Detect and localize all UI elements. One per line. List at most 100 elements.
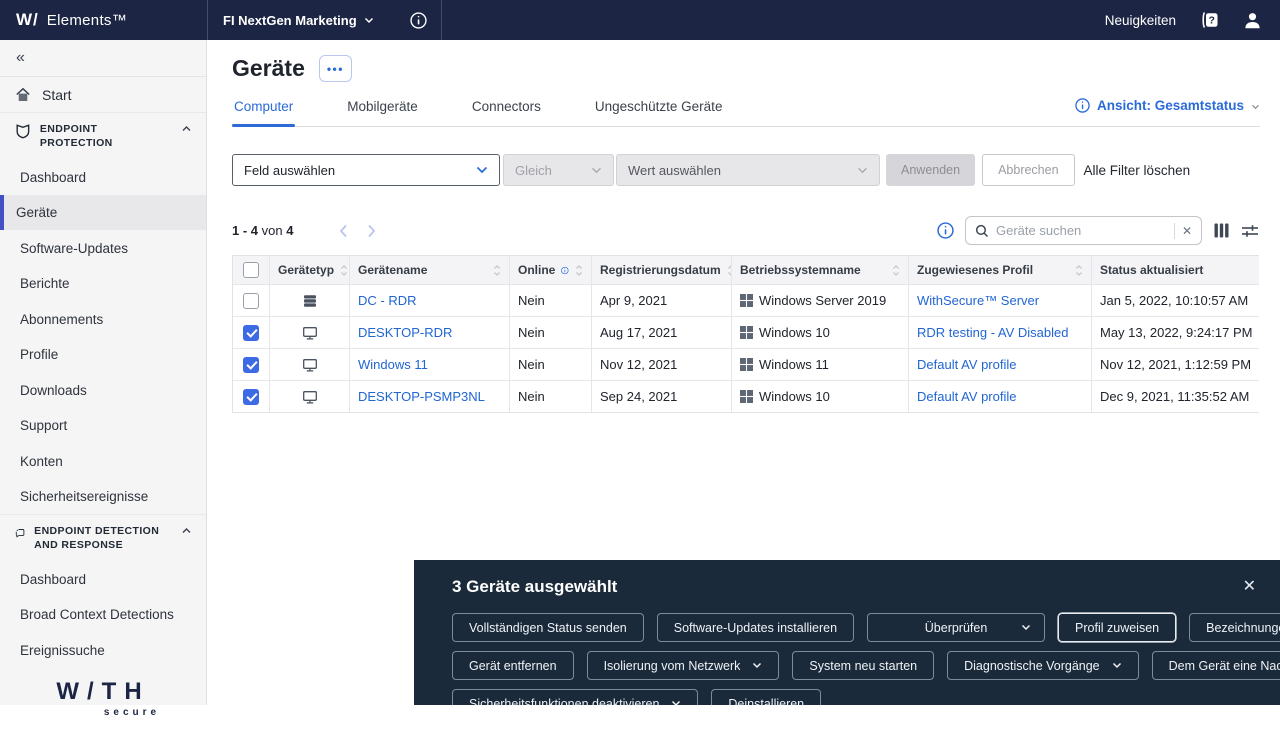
user-account-icon[interactable]: [1243, 11, 1262, 30]
device-name-cell[interactable]: Windows 11: [349, 349, 509, 380]
section-endpoint-protection[interactable]: ENDPOINT PROTECTION: [0, 113, 206, 159]
table-settings-sliders-icon[interactable]: [1241, 223, 1259, 239]
apply-filter-button[interactable]: Anwenden: [886, 154, 975, 186]
assigned-profile-link[interactable]: Default AV profile: [917, 357, 1016, 372]
search-input[interactable]: [996, 223, 1167, 238]
action-button-berpr-fen[interactable]: Überprüfen: [867, 613, 1045, 642]
profile-cell[interactable]: Default AV profile: [908, 381, 1091, 412]
close-icon[interactable]: ✕: [1243, 579, 1256, 595]
action-button-diagnostische-vorg-nge[interactable]: Diagnostische Vorgänge: [947, 651, 1139, 680]
sidebar-item-downloads[interactable]: Downloads: [0, 372, 206, 408]
sort-carets-icon[interactable]: [493, 264, 501, 277]
profile-cell[interactable]: Default AV profile: [908, 349, 1091, 380]
row-checkbox-cell[interactable]: [233, 317, 269, 348]
device-row-desktop-psmp3nl[interactable]: DESKTOP-PSMP3NLNeinSep 24, 2021Windows 1…: [233, 380, 1259, 412]
device-name-cell[interactable]: DESKTOP-RDR: [349, 317, 509, 348]
filter-field-select[interactable]: Feld auswählen: [232, 154, 500, 186]
action-button-bezeichnungen-verwalten[interactable]: Bezeichnungen verwalten: [1189, 613, 1280, 642]
profile-cell[interactable]: RDR testing - AV Disabled: [908, 317, 1091, 348]
device-name-cell[interactable]: DESKTOP-PSMP3NL: [349, 381, 509, 412]
cancel-filter-button[interactable]: Abbrechen: [982, 154, 1074, 186]
sidebar-item-abonnements[interactable]: Abonnements: [0, 301, 206, 337]
row-checkbox-cell[interactable]: [233, 285, 269, 316]
select-all-checkbox-cell[interactable]: [233, 256, 269, 284]
clear-all-filters-link[interactable]: Alle Filter löschen: [1084, 163, 1191, 178]
filter-operator-select[interactable]: Gleich: [503, 154, 614, 186]
assigned-profile-link[interactable]: WithSecure™ Server: [917, 293, 1039, 308]
column-header-registrierungsdatum[interactable]: Registrierungsdatum: [591, 256, 731, 284]
view-selector[interactable]: Ansicht: Gesamtstatus: [1075, 98, 1260, 126]
filter-value-select[interactable]: Wert auswählen: [616, 154, 880, 186]
action-button-sicherheitsfunktionen-deaktivieren[interactable]: Sicherheitsfunktionen deaktivieren: [452, 689, 698, 705]
row-checkbox-cell[interactable]: [233, 349, 269, 380]
tab-ungesch-tzte-ger-te[interactable]: Ungeschützte Geräte: [593, 91, 725, 126]
action-button-profil-zuweisen[interactable]: Profil zuweisen: [1058, 613, 1176, 642]
sidebar-item-ger-te[interactable]: Geräte: [0, 195, 206, 231]
assigned-profile-link[interactable]: Default AV profile: [917, 389, 1016, 404]
action-button-isolierung-vom-netzwerk[interactable]: Isolierung vom Netzwerk: [587, 651, 780, 680]
sidebar-collapse-button[interactable]: «: [0, 40, 206, 77]
row-checkbox[interactable]: [243, 389, 259, 405]
sort-carets-icon[interactable]: [575, 264, 583, 277]
device-name-link[interactable]: Windows 11: [358, 357, 428, 372]
sort-carets-icon[interactable]: [892, 264, 900, 277]
action-button-ger-t-entfernen[interactable]: Gerät entfernen: [452, 651, 574, 680]
tab-computer[interactable]: Computer: [232, 91, 295, 126]
org-selector[interactable]: FI NextGen Marketing: [223, 13, 374, 28]
device-row-desktop-rdr[interactable]: DESKTOP-RDRNeinAug 17, 2021Windows 10RDR…: [233, 316, 1259, 348]
column-header-betriebssystemname[interactable]: Betriebssystemname: [731, 256, 908, 284]
sidebar-item-dashboard[interactable]: Dashboard: [0, 562, 206, 598]
column-header-zugewiesenes-profil[interactable]: Zugewiesenes Profil: [908, 256, 1091, 284]
action-button-label: Bezeichnungen verwalten: [1206, 621, 1280, 635]
action-button-dem-ger-t-eine-nachricht-senden[interactable]: Dem Gerät eine Nachricht senden: [1152, 651, 1280, 680]
column-header-ger-tename[interactable]: Gerätename: [349, 256, 509, 284]
columns-icon[interactable]: [1213, 222, 1230, 239]
clear-search-icon[interactable]: ✕: [1182, 225, 1192, 237]
column-header-ger-tetyp[interactable]: Gerätetyp: [269, 256, 349, 284]
top-bar: W/ Elements™ FI NextGen Marketing Neuigk…: [0, 0, 1280, 40]
action-button-vollst-ndigen-status-senden[interactable]: Vollständigen Status senden: [452, 613, 644, 642]
sort-carets-icon[interactable]: [1075, 264, 1083, 277]
sidebar-item-berichte[interactable]: Berichte: [0, 266, 206, 302]
device-row-dc-rdr[interactable]: DC - RDRNeinApr 9, 2021Windows Server 20…: [233, 284, 1259, 316]
action-button-label: System neu starten: [809, 659, 917, 673]
sidebar-item-support[interactable]: Support: [0, 408, 206, 444]
row-checkbox[interactable]: [243, 293, 259, 309]
section-endpoint-detection-response[interactable]: ENDPOINT DETECTION AND RESPONSE: [0, 514, 206, 561]
sidebar-item-ereignissuche[interactable]: Ereignissuche: [0, 633, 206, 669]
news-link[interactable]: Neuigkeiten: [1105, 13, 1176, 28]
sidebar-item-sicherheitsereignisse[interactable]: Sicherheitsereignisse: [0, 479, 206, 515]
sidebar-item-start[interactable]: Start: [0, 77, 206, 113]
sidebar-item-profile[interactable]: Profile: [0, 337, 206, 373]
info-icon[interactable]: [561, 263, 569, 278]
action-button-system-neu-starten[interactable]: System neu starten: [792, 651, 934, 680]
sidebar-item-broad-context-detections[interactable]: Broad Context Detections: [0, 597, 206, 633]
select-all-checkbox[interactable]: [243, 262, 259, 278]
help-guide-icon[interactable]: ?: [1199, 10, 1220, 30]
row-checkbox-cell[interactable]: [233, 381, 269, 412]
org-info-icon[interactable]: [410, 12, 427, 29]
table-info-icon[interactable]: [937, 222, 954, 239]
device-name-cell[interactable]: DC - RDR: [349, 285, 509, 316]
sort-carets-icon[interactable]: [340, 264, 348, 277]
device-name-link[interactable]: DESKTOP-PSMP3NL: [358, 389, 485, 404]
tab-mobilger-te[interactable]: Mobilgeräte: [345, 91, 420, 126]
action-button-software-updates-installieren[interactable]: Software-Updates installieren: [657, 613, 854, 642]
device-name-link[interactable]: DESKTOP-RDR: [358, 325, 452, 340]
action-button-deinstallieren[interactable]: Deinstallieren: [711, 689, 821, 705]
pagination-next-button[interactable]: [367, 224, 376, 238]
row-checkbox[interactable]: [243, 357, 259, 373]
selection-count-title: 3 Geräte ausgewählt: [452, 577, 617, 597]
sidebar-item-dashboard[interactable]: Dashboard: [0, 159, 206, 195]
sidebar-item-konten[interactable]: Konten: [0, 443, 206, 479]
column-header-online[interactable]: Online: [509, 256, 591, 284]
assigned-profile-link[interactable]: RDR testing - AV Disabled: [917, 325, 1069, 340]
more-actions-button[interactable]: •••: [319, 55, 352, 82]
pagination-prev-button[interactable]: [339, 224, 348, 238]
profile-cell[interactable]: WithSecure™ Server: [908, 285, 1091, 316]
row-checkbox[interactable]: [243, 325, 259, 341]
sidebar-item-software-updates[interactable]: Software-Updates: [0, 230, 206, 266]
device-name-link[interactable]: DC - RDR: [358, 293, 417, 308]
tab-connectors[interactable]: Connectors: [470, 91, 543, 126]
device-row-windows-11[interactable]: Windows 11NeinNov 12, 2021Windows 11Defa…: [233, 348, 1259, 380]
